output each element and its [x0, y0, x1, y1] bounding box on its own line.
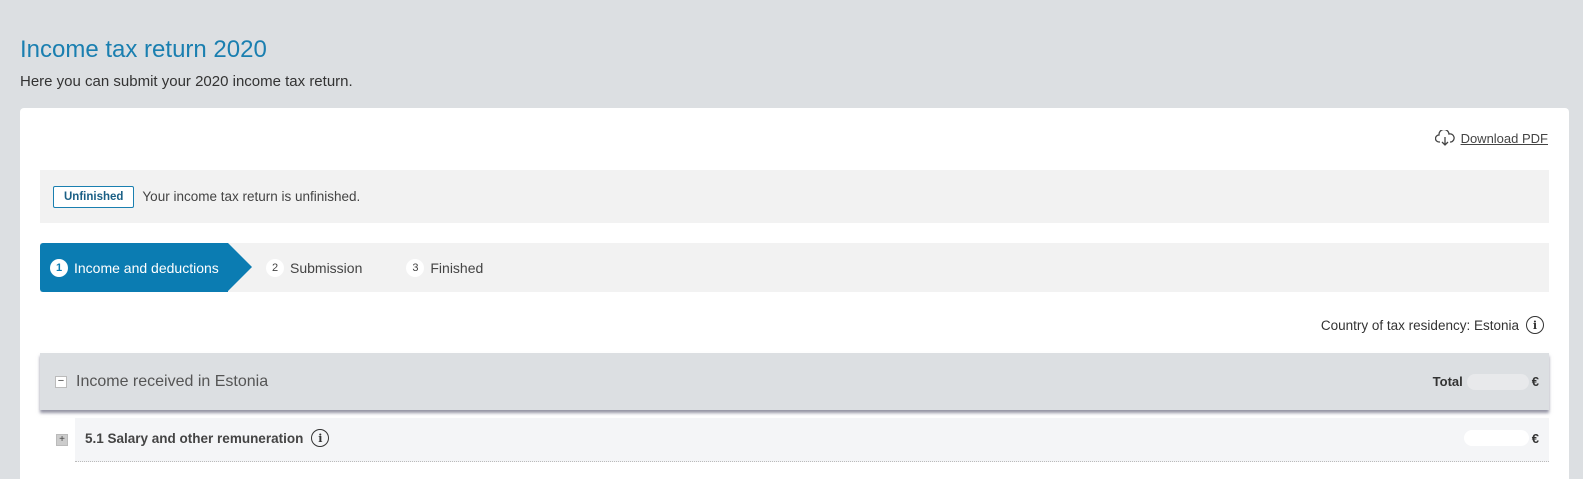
step-submission[interactable]: 2 Submission: [266, 258, 363, 277]
step-label: Finished: [430, 259, 484, 276]
total-currency: €: [1531, 374, 1539, 389]
section-title: Income received in Estonia: [76, 372, 269, 390]
total-label: Total: [1432, 374, 1463, 389]
step-label: Income and deductions: [74, 259, 219, 276]
info-icon[interactable]: i: [311, 429, 330, 447]
row-currency: €: [1531, 430, 1539, 446]
section-total: Total €: [1433, 353, 1539, 410]
redacted-value: [1466, 373, 1529, 390]
download-pdf-link[interactable]: Download PDF: [1434, 130, 1548, 146]
step-number: 1: [50, 258, 68, 277]
tax-residency-label: Country of tax residency: Estonia: [1320, 317, 1519, 333]
collapse-icon[interactable]: −: [55, 375, 67, 388]
step-number: 3: [406, 258, 425, 277]
download-pdf-label[interactable]: Download PDF: [1461, 131, 1548, 146]
page-subtitle: Here you can submit your 2020 income tax…: [20, 73, 353, 90]
redacted-value: [1463, 430, 1529, 446]
status-badge: Unfinished: [53, 185, 135, 208]
row-label: 5.1 Salary and other remuneration: [85, 430, 304, 446]
status-bar: Unfinished Your income tax return is unf…: [40, 170, 1549, 223]
income-row-salary[interactable]: + 5.1 Salary and other remuneration i €: [40, 418, 1549, 462]
page-title: Income tax return 2020: [20, 36, 267, 63]
tax-return-card: Download PDF Unfinished Your income tax …: [20, 108, 1569, 479]
row-label-wrap: 5.1 Salary and other remuneration i: [85, 418, 330, 458]
cloud-download-icon: [1434, 130, 1455, 146]
progress-stepper: 1 Income and deductions 2 Submission 3 F…: [40, 243, 1549, 292]
section-income-estonia[interactable]: − Income received in Estonia Total €: [40, 353, 1549, 410]
row-value: €: [1460, 418, 1539, 458]
step-income-and-deductions[interactable]: 1 Income and deductions: [40, 243, 252, 292]
step-label: Submission: [290, 259, 363, 276]
expand-icon[interactable]: +: [56, 434, 68, 446]
tax-residency: Country of tax residency: Estonia i: [1321, 316, 1544, 334]
step-number: 2: [266, 258, 284, 277]
info-icon[interactable]: i: [1526, 316, 1544, 334]
step-finished[interactable]: 3 Finished: [406, 258, 484, 277]
status-message: Your income tax return is unfinished.: [142, 189, 361, 204]
